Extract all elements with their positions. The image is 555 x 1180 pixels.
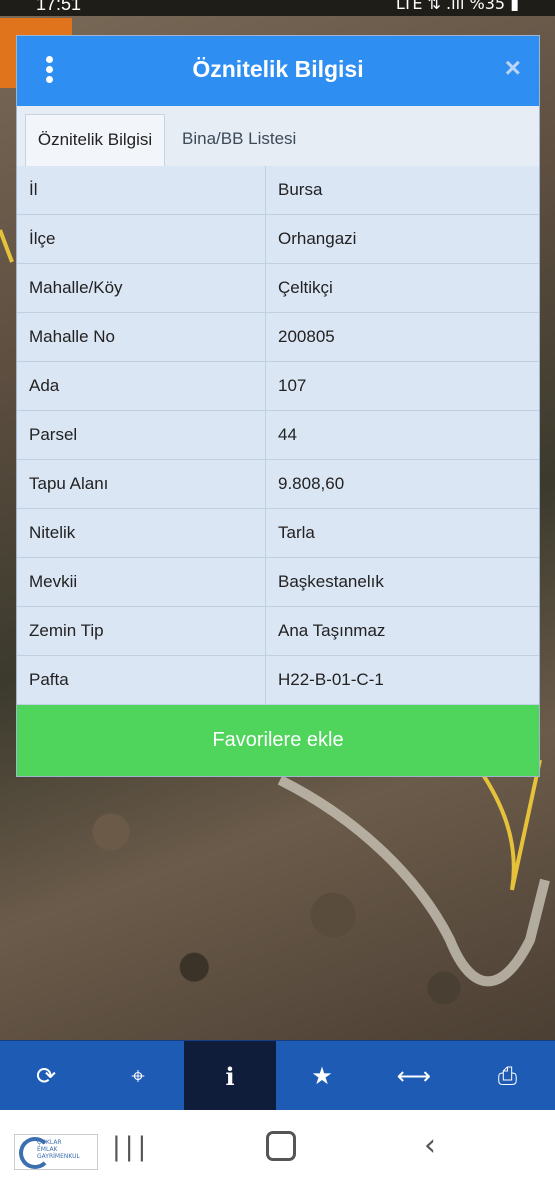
parcel-boundary-left xyxy=(0,229,14,263)
system-nav-bar: ÇOKLAR EMLAK GAYRİMENKUL ||| ‹ xyxy=(0,1110,555,1180)
table-row: Tapu Alanı 9.808,60 xyxy=(17,459,539,509)
dialog-tabs: Öznitelik Bilgisi Bina/BB Listesi xyxy=(17,106,539,167)
attribute-value: 107 xyxy=(265,361,539,411)
attribute-value: 200805 xyxy=(265,312,539,362)
attribute-key: Pafta xyxy=(17,655,266,705)
attribute-value: 9.808,60 xyxy=(265,459,539,509)
status-time: 17:51 xyxy=(36,0,82,14)
refresh-icon[interactable]: ⟳ xyxy=(0,1041,92,1111)
table-row: Mahalle No 200805 xyxy=(17,312,539,362)
company-logo: ÇOKLAR EMLAK GAYRİMENKUL xyxy=(14,1134,98,1170)
attribute-key: Tapu Alanı xyxy=(17,459,266,509)
attribute-value: Orhangazi xyxy=(265,214,539,264)
logo-text: ÇOKLAR EMLAK GAYRİMENKUL xyxy=(37,1139,80,1160)
attribute-key: Mahalle No xyxy=(17,312,266,362)
attribute-value: 44 xyxy=(265,410,539,460)
table-row: Parsel 44 xyxy=(17,410,539,460)
table-row: Mahalle/Köy Çeltikçi xyxy=(17,263,539,313)
tab-building-list[interactable]: Bina/BB Listesi xyxy=(172,114,306,166)
close-icon[interactable]: × xyxy=(505,52,521,84)
road-line xyxy=(277,775,550,987)
attribute-table: İl Bursa İlçe Orhangazi Mahalle/Köy Çeltikçi M… xyxy=(17,166,539,705)
table-row: İlçe Orhangazi xyxy=(17,214,539,264)
back-button[interactable]: ‹ xyxy=(424,1128,436,1163)
add-favorite-button[interactable]: Favorilere ekle xyxy=(17,705,539,776)
star-icon[interactable]: ★ xyxy=(276,1041,368,1111)
status-bar: 17:51 LTE ⇅ .ıll %35 ▮ xyxy=(0,0,555,16)
print-icon[interactable]: ⎙ xyxy=(460,1041,555,1111)
attribute-value: Çeltikçi xyxy=(265,263,539,313)
home-button[interactable] xyxy=(266,1131,296,1161)
attribute-key: Zemin Tip xyxy=(17,606,266,656)
attribute-value: H22-B-01-C-1 xyxy=(265,655,539,705)
attribute-key: Parsel xyxy=(17,410,266,460)
attribute-key: Mahalle/Köy xyxy=(17,263,266,313)
table-row: Ada 107 xyxy=(17,361,539,411)
measure-icon[interactable]: ⟷ xyxy=(368,1041,460,1111)
info-icon[interactable]: i xyxy=(184,1041,276,1111)
attribute-key: İlçe xyxy=(17,214,266,264)
tab-attribute-info[interactable]: Öznitelik Bilgisi xyxy=(25,114,165,166)
recents-button[interactable]: ||| xyxy=(112,1132,150,1162)
dialog-header: Öznitelik Bilgisi × xyxy=(17,36,539,106)
attribute-key: Ada xyxy=(17,361,266,411)
parcel-boundary xyxy=(478,759,542,891)
table-row: Pafta H22-B-01-C-1 xyxy=(17,655,539,705)
attribute-value: Başkestanelık xyxy=(265,557,539,607)
attribute-key: Mevkii xyxy=(17,557,266,607)
attribute-value: Bursa xyxy=(265,166,539,215)
table-row: Mevkii Başkestanelık xyxy=(17,557,539,607)
table-row: İl Bursa xyxy=(17,166,539,215)
attribute-key: İl xyxy=(17,166,266,215)
status-indicators: LTE ⇅ .ıll %35 ▮ xyxy=(395,0,519,13)
table-row: Nitelik Tarla xyxy=(17,508,539,558)
attribute-dialog: Öznitelik Bilgisi × Öznitelik Bilgisi Bi… xyxy=(16,35,540,777)
dialog-title: Öznitelik Bilgisi xyxy=(192,56,364,82)
attribute-value: Tarla xyxy=(265,508,539,558)
attribute-value: Ana Taşınmaz xyxy=(265,606,539,656)
map-toolbar: ⟳ ⌖ i ★ ⟷ ⎙ xyxy=(0,1040,555,1111)
table-row: Zemin Tip Ana Taşınmaz xyxy=(17,606,539,656)
attribute-key: Nitelik xyxy=(17,508,266,558)
locate-icon[interactable]: ⌖ xyxy=(92,1041,184,1111)
